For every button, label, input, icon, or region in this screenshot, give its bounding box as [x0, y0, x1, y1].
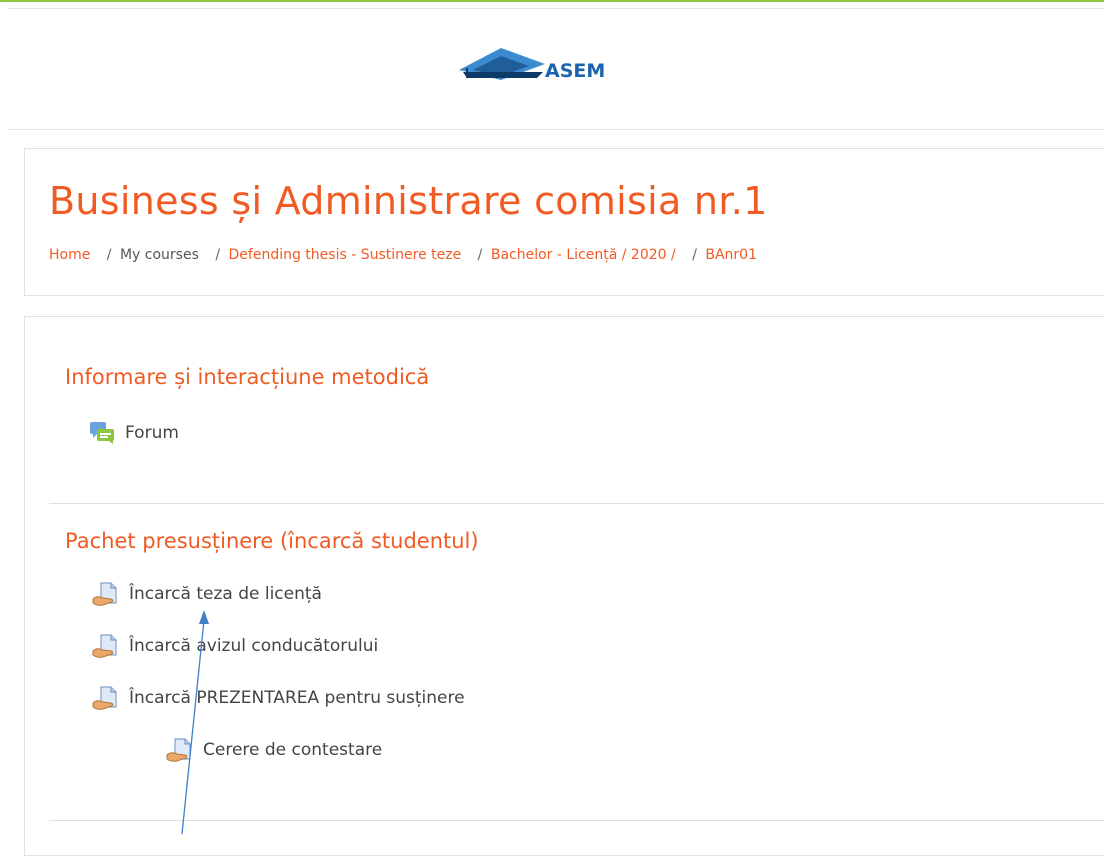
section-divider — [49, 503, 1104, 504]
forum-icon — [90, 422, 114, 444]
breadcrumb: Home / My courses / Defending thesis - S… — [49, 247, 757, 263]
assignment-icon — [92, 634, 117, 658]
activity-upload-thesis[interactable]: Încarcă teza de licență — [91, 581, 322, 607]
activity-label: Încarcă avizul conducătorului — [129, 636, 379, 656]
asem-logo-icon: ASEM — [459, 48, 605, 82]
section-title-pachet[interactable]: Pachet presusținere (încarcă studentul) — [65, 529, 479, 553]
activity-label: Forum — [125, 423, 179, 443]
activity-upload-advisor-review[interactable]: Încarcă avizul conducătorului — [91, 633, 378, 659]
course-content: Informare și interacțiune metodică Forum… — [24, 316, 1104, 856]
activity-label: Cerere de contestare — [203, 740, 383, 760]
page-title: Business și Administrare comisia nr.1 — [49, 179, 768, 223]
section-divider — [49, 820, 1104, 821]
breadcrumb-defending-thesis[interactable]: Defending thesis - Sustinere teze — [229, 247, 462, 263]
activity-label: Încarcă PREZENTAREA pentru susținere — [129, 688, 465, 708]
assignment-icon — [166, 738, 191, 762]
breadcrumb-my-courses[interactable]: My courses — [120, 247, 199, 263]
assignment-icon — [92, 582, 117, 606]
breadcrumb-banr01[interactable]: BAnr01 — [705, 247, 757, 263]
site-logo[interactable]: ASEM — [453, 46, 619, 90]
logo-text: ASEM — [545, 60, 605, 82]
activity-upload-presentation[interactable]: Încarcă PREZENTAREA pentru susținere — [91, 685, 465, 711]
section-title-informare[interactable]: Informare și interacțiune metodică — [65, 365, 429, 389]
activity-forum[interactable]: Forum — [89, 421, 179, 445]
activity-appeal-request[interactable]: Cerere de contestare — [165, 737, 382, 763]
assignment-icon — [92, 686, 117, 710]
activity-label: Încarcă teza de licență — [129, 584, 322, 604]
breadcrumb-bachelor[interactable]: Bachelor - Licență / 2020 / — [491, 247, 676, 263]
page-header-card: Business și Administrare comisia nr.1 Ho… — [24, 148, 1104, 296]
top-accent-line — [0, 0, 1104, 2]
breadcrumb-home[interactable]: Home — [49, 247, 90, 263]
